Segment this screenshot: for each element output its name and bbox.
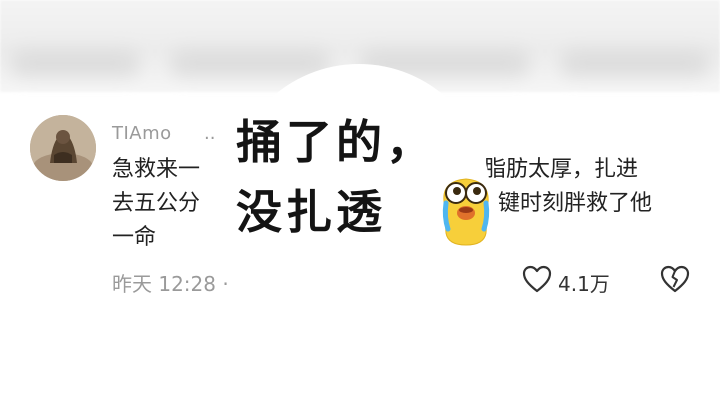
- blur-smear: [10, 50, 140, 76]
- username[interactable]: TIAmo: [112, 123, 172, 144]
- comment-line-2-left: 去五公分: [112, 191, 201, 216]
- comment-line-2-right: 键时刻胖救了他: [498, 191, 653, 216]
- blur-smear: [170, 50, 330, 76]
- comment-line-3: 一命: [112, 225, 157, 250]
- avatar[interactable]: [30, 115, 96, 181]
- heart-outline-icon[interactable]: [522, 265, 552, 293]
- like-count: 4.1万: [558, 272, 610, 296]
- comment-line-1-left: 急救来一: [112, 157, 201, 182]
- sticker-text-line-2: 没扎透: [236, 185, 386, 239]
- username-suffix: ..: [204, 123, 216, 144]
- blur-smear: [560, 50, 710, 76]
- comment-line-1-right: 脂肪太厚，扎进: [484, 157, 639, 182]
- broken-heart-icon[interactable]: [660, 265, 690, 293]
- comment-time: 昨天 12:28: [112, 272, 216, 296]
- crying-laughing-emoji-icon: [436, 173, 496, 247]
- sticker-text-line-1: 捅了的，: [236, 115, 436, 169]
